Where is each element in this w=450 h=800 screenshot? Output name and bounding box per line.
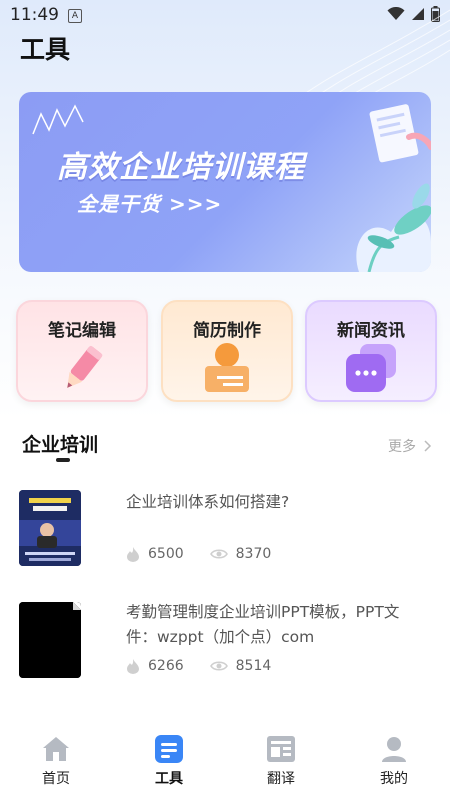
eye-icon [209, 661, 228, 671]
tool-card-notes[interactable]: 笔记编辑 [16, 300, 148, 402]
more-label: 更多 [388, 439, 416, 455]
translate-icon [267, 736, 295, 762]
chevron-right-icon [424, 440, 432, 452]
tab-label: 首页 [42, 771, 70, 787]
like-count: 6500 [148, 546, 184, 562]
tools-icon [155, 735, 183, 763]
status-time: 11:49 [10, 5, 59, 25]
news-chat-icon [346, 344, 396, 392]
tool-card-label: 新闻资讯 [337, 321, 405, 341]
tab-profile[interactable]: 我的 [354, 734, 434, 788]
banner-subtitle: 全是干货 >>> [77, 192, 223, 216]
tool-card-label: 笔记编辑 [48, 321, 116, 341]
tool-cards: 笔记编辑 简历制作 新闻资讯 [0, 300, 450, 402]
video-thumbnail-image [19, 490, 81, 566]
article-thumbnail [19, 602, 81, 678]
notification-icon: A [68, 9, 82, 23]
bottom-tab-bar: 首页 工具 翻译 我的 [0, 726, 450, 800]
article-item[interactable]: 企业培训体系如何搭建? 6500 8370 [0, 488, 450, 578]
eye-icon [209, 549, 228, 559]
tab-label: 工具 [155, 771, 183, 787]
like-count: 6266 [148, 658, 184, 674]
fire-icon [127, 547, 139, 562]
promo-banner[interactable]: 高效企业培训课程 全是干货 >>> [19, 92, 431, 272]
article-title: 考勤管理制度企业培训PPT模板，PPT文件：wzppt（加个点）com [126, 603, 400, 646]
article-thumbnail [19, 490, 81, 566]
article-title: 企业培训体系如何搭建? [126, 493, 290, 511]
section-underline [56, 458, 70, 462]
article-stats: 6266 8514 [126, 658, 297, 674]
view-count: 8514 [235, 658, 272, 674]
more-link[interactable]: 更多 [388, 436, 432, 456]
tab-label: 我的 [380, 771, 408, 787]
page-title: 工具 [20, 35, 71, 64]
resume-icon [205, 343, 249, 392]
document-thumbnail-image [19, 602, 81, 678]
pen-icon [67, 345, 103, 388]
tool-card-label: 简历制作 [193, 321, 261, 341]
tab-label: 翻译 [267, 771, 295, 787]
home-icon [43, 737, 69, 761]
tab-translate[interactable]: 翻译 [241, 734, 321, 788]
section-title: 企业培训 [22, 434, 99, 456]
fire-icon [127, 659, 139, 674]
view-count: 8370 [235, 546, 272, 562]
article-item[interactable]: 考勤管理制度企业培训PPT模板，PPT文件：wzppt（加个点）com 6266… [0, 600, 450, 690]
tool-card-resume[interactable]: 简历制作 [161, 300, 293, 402]
profile-icon [382, 737, 406, 762]
tool-card-news[interactable]: 新闻资讯 [305, 300, 437, 402]
banner-title: 高效企业培训课程 [57, 150, 305, 185]
tab-tools[interactable]: 工具 [129, 734, 209, 788]
tab-home[interactable]: 首页 [16, 734, 96, 788]
article-stats: 6500 8370 [126, 546, 297, 562]
